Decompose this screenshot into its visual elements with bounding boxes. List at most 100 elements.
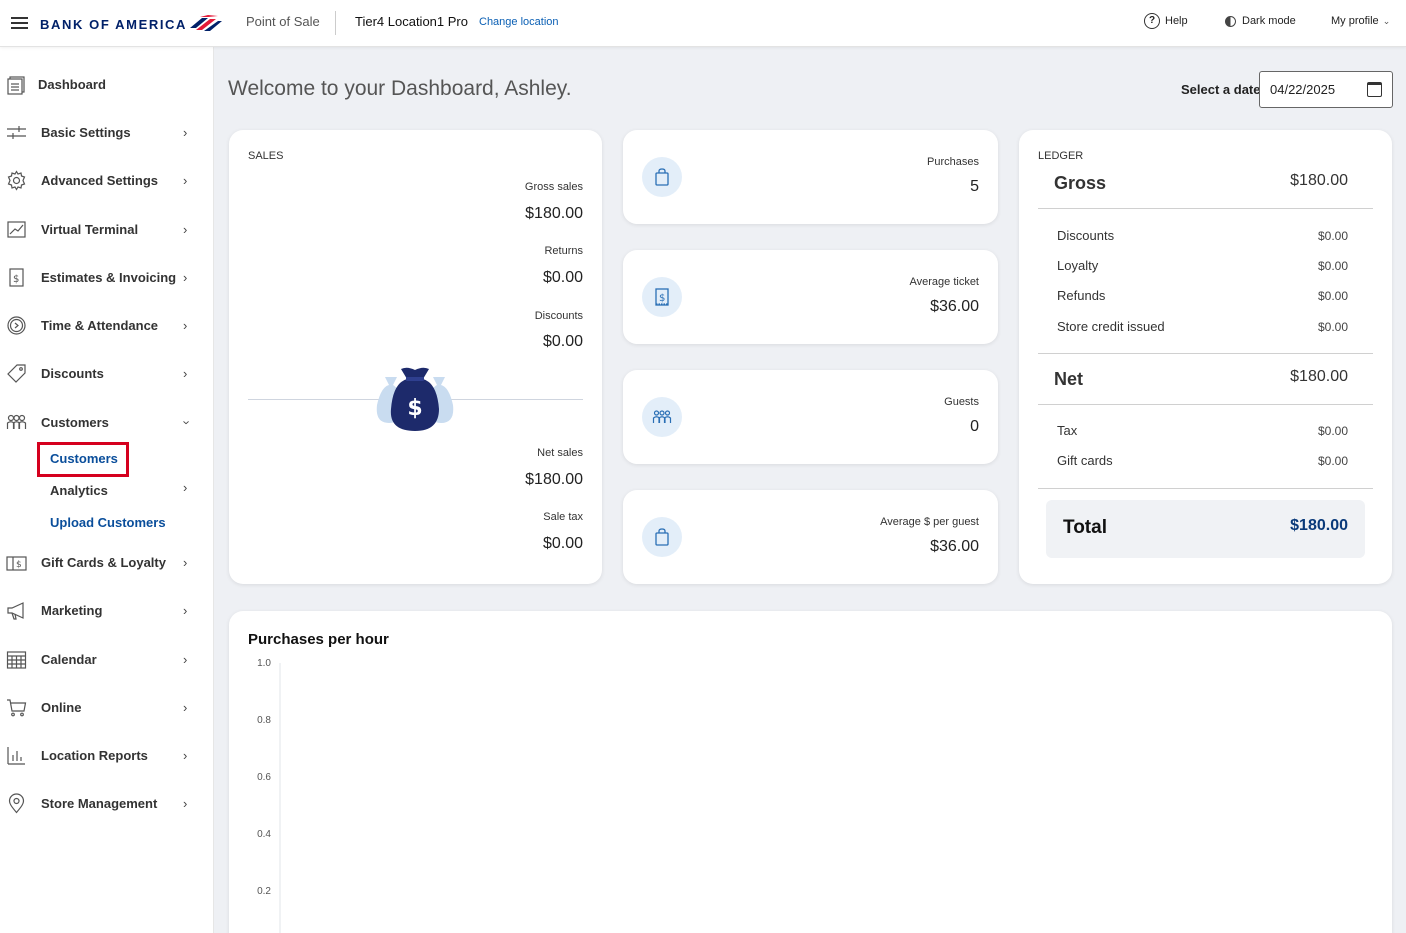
header-divider [335, 11, 336, 35]
y-tick-label: 0.2 [257, 886, 271, 897]
ledger-store-credit-value: $0.00 [1317, 320, 1348, 334]
app-name: Point of Sale [246, 14, 320, 29]
help-button[interactable]: ? Help [1144, 13, 1188, 29]
brand-flag-icon [190, 15, 222, 31]
date-value: 04/22/2025 [1270, 82, 1336, 97]
sale-tax-value: $0.00 [542, 535, 583, 552]
ledger-divider [1038, 488, 1373, 489]
ledger-gross-label: Gross [1054, 173, 1107, 193]
chevron-right-icon: › [183, 699, 188, 715]
chevron-right-icon: › [183, 317, 188, 333]
ledger-gross-value: $180.00 [1290, 172, 1348, 189]
ledger-tax-value: $0.00 [1317, 424, 1348, 438]
purchases-per-hour-chart: 1.0 0.8 0.6 0.4 0.2 [257, 658, 281, 933]
y-tick-label: 0.6 [257, 772, 271, 783]
location-pin-icon [5, 792, 27, 814]
dark-mode-label: Dark mode [1242, 15, 1296, 27]
sidebar-item-store-management[interactable]: Store Management › [0, 786, 214, 820]
ledger-refunds-value: $0.00 [1317, 289, 1348, 303]
ledger-gift-cards-label: Gift cards [1057, 453, 1113, 468]
sidebar-item-location-reports[interactable]: Location Reports › [0, 738, 214, 772]
sidebar-item-label: Time & Attendance [41, 317, 159, 333]
change-location-link[interactable]: Change location [479, 16, 559, 28]
sidebar-item-label: Calendar [41, 651, 97, 667]
sidebar-item-virtual-terminal[interactable]: Virtual Terminal › [0, 212, 214, 246]
guests-card: Guests 0 [623, 370, 998, 464]
date-label: Select a date [1181, 82, 1261, 97]
chevron-right-icon: › [183, 480, 188, 495]
ledger-card: LEDGER Gross $180.00 Discounts $0.00 Loy… [1019, 130, 1392, 584]
returns-label: Returns [544, 245, 583, 257]
sales-title: SALES [248, 150, 284, 162]
ledger-divider [1038, 208, 1373, 209]
sidebar-item-label: Basic Settings [41, 124, 131, 140]
sidebar-subitem-upload-customers[interactable]: Upload Customers [50, 515, 166, 530]
svg-text:$: $ [659, 293, 665, 304]
my-profile-menu[interactable]: My profile ⌄ [1331, 15, 1390, 27]
ledger-total-label: Total [1063, 517, 1107, 538]
guests-icon [642, 397, 682, 437]
top-bar: BANK OF AMERICA Point of Sale Tier4 Loca… [0, 0, 1406, 47]
discounts-label: Discounts [534, 310, 583, 322]
sidebar-item-online[interactable]: Online › [0, 690, 214, 724]
ledger-net-label: Net [1054, 369, 1084, 389]
chevron-right-icon: › [183, 554, 188, 570]
guests-value: 0 [970, 418, 979, 435]
chevron-down-icon: ⌄ [1382, 16, 1391, 26]
terminal-icon [5, 218, 27, 240]
sidebar-item-calendar[interactable]: Calendar › [0, 642, 214, 676]
chevron-right-icon: › [183, 124, 188, 140]
y-tick-label: 0.8 [257, 715, 271, 726]
svg-text:$: $ [407, 396, 422, 421]
average-per-guest-value: $36.00 [930, 538, 979, 555]
sidebar-item-gift-cards-loyalty[interactable]: $ Gift Cards & Loyalty › [0, 545, 214, 579]
chevron-right-icon: › [183, 172, 188, 188]
sale-tax-label: Sale tax [543, 511, 583, 523]
gift-card-icon: $ [5, 551, 27, 573]
location-name: Tier4 Location1 Pro [355, 14, 468, 29]
sidebar-subitem-analytics[interactable]: Analytics [50, 483, 108, 498]
sidebar-item-dashboard[interactable]: Dashboard [0, 67, 214, 101]
money-bag-icon: $ [376, 367, 454, 431]
ledger-title: LEDGER [1038, 150, 1084, 162]
sidebar-item-advanced-settings[interactable]: Advanced Settings › [0, 163, 214, 197]
sidebar-item-customers[interactable]: Customers › [0, 405, 214, 439]
sidebar-item-discounts[interactable]: Discounts › [0, 356, 214, 390]
sidebar-item-label: Estimates & Invoicing [41, 269, 177, 285]
clock-icon [5, 314, 27, 336]
ledger-divider [1038, 404, 1373, 405]
menu-icon[interactable] [11, 17, 28, 29]
ledger-net-value: $180.00 [1290, 368, 1348, 385]
chevron-right-icon: › [183, 269, 188, 285]
sidebar-item-estimates-invoicing[interactable]: $ Estimates & Invoicing › [0, 260, 214, 294]
date-picker-input[interactable]: 04/22/2025 [1259, 71, 1393, 108]
average-ticket-value: $36.00 [930, 298, 979, 315]
calendar-icon[interactable] [1367, 82, 1382, 97]
chevron-right-icon: › [183, 747, 188, 763]
bar-chart-icon [5, 744, 27, 766]
sliders-icon [5, 121, 27, 143]
sidebar-item-label: Discounts [41, 365, 104, 381]
chevron-right-icon: › [183, 221, 188, 237]
net-sales-value: $180.00 [525, 471, 583, 488]
chevron-right-icon: › [183, 795, 188, 811]
sidebar-item-marketing[interactable]: Marketing › [0, 593, 214, 627]
sidebar-item-label: Advanced Settings [41, 172, 159, 188]
sidebar-item-label: Virtual Terminal [41, 221, 139, 237]
ledger-refunds-label: Refunds [1057, 288, 1106, 303]
page-title: Welcome to your Dashboard, Ashley. [228, 77, 572, 100]
purchases-value: 5 [970, 178, 979, 195]
brand-logo-text: BANK OF AMERICA [40, 17, 188, 32]
ledger-store-credit-label: Store credit issued [1057, 319, 1165, 334]
my-profile-label: My profile [1331, 15, 1379, 27]
people-icon [5, 411, 27, 433]
sidebar-item-basic-settings[interactable]: Basic Settings › [0, 115, 214, 149]
ledger-loyalty-value: $0.00 [1317, 259, 1348, 273]
receipt-icon: $ [642, 277, 682, 317]
sidebar-subitem-customers[interactable]: Customers [50, 451, 118, 466]
sidebar-item-label: Customers [41, 414, 109, 430]
dark-mode-toggle[interactable]: Dark mode [1225, 15, 1296, 27]
ledger-loyalty-label: Loyalty [1057, 258, 1099, 273]
sidebar-item-time-attendance[interactable]: Time & Attendance › [0, 308, 214, 342]
ledger-tax-label: Tax [1057, 423, 1078, 438]
